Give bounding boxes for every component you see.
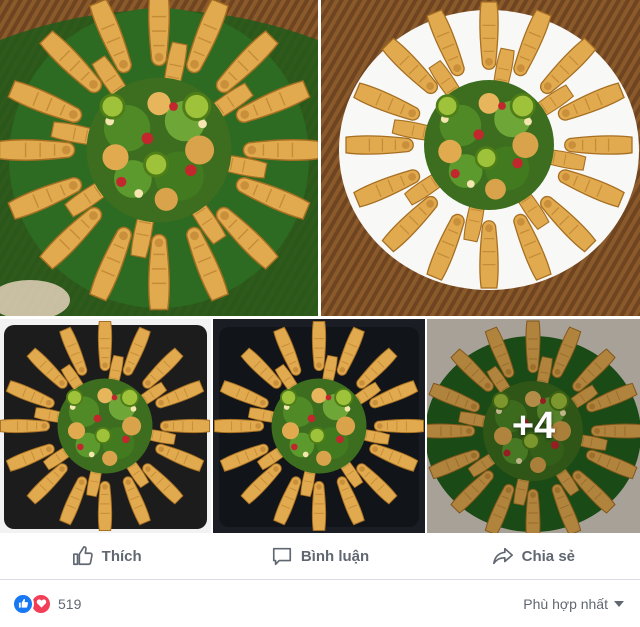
comment-icon (272, 547, 291, 566)
share-button[interactable]: Chia sẻ (427, 538, 640, 574)
reactions-footer: 519 Phù hợp nhất (0, 580, 640, 627)
photo-1-image (0, 0, 318, 316)
photo-4[interactable] (213, 319, 425, 533)
photo-3[interactable] (0, 319, 211, 533)
photo-grid: +4 (0, 0, 640, 533)
more-photos-count: +4 (511, 404, 556, 447)
photo-2[interactable] (321, 0, 640, 316)
share-icon (492, 547, 513, 565)
action-bar: Thích Bình luận Chia sẻ (0, 533, 640, 580)
facebook-post: +4 Thích Bình luận Chia sẻ 519 Phù hợp n… (0, 0, 640, 627)
photo-5[interactable]: +4 (427, 319, 640, 533)
like-label: Thích (101, 547, 142, 565)
photo-4-image (213, 319, 425, 533)
caret-down-icon (614, 600, 624, 607)
sort-label: Phù hợp nhất (523, 595, 608, 612)
share-label: Chia sẻ (521, 547, 575, 565)
photo-3-image (0, 319, 211, 533)
photo-1[interactable] (0, 0, 318, 316)
reaction-count: 519 (58, 595, 82, 612)
more-photos-overlay[interactable]: +4 (427, 319, 640, 533)
reactions-summary[interactable]: 519 (0, 592, 82, 615)
like-button[interactable]: Thích (0, 538, 213, 574)
photo-2-image (321, 0, 640, 316)
like-reaction-icon (12, 592, 34, 615)
thumbs-up-icon (72, 546, 93, 566)
comment-button[interactable]: Bình luận (213, 538, 426, 574)
comment-sort-dropdown[interactable]: Phù hợp nhất (523, 596, 640, 612)
comment-label: Bình luận (300, 547, 370, 565)
